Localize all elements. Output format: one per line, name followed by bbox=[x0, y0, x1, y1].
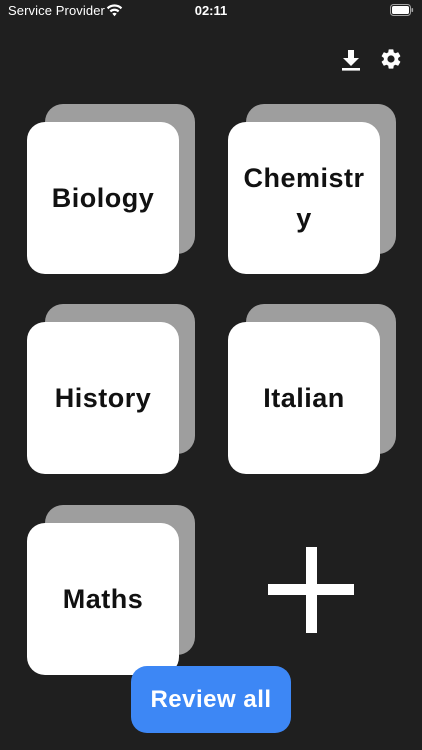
download-button[interactable] bbox=[340, 48, 362, 72]
download-icon bbox=[342, 50, 360, 71]
plus-icon bbox=[268, 547, 354, 633]
deck-card: Maths bbox=[27, 523, 179, 675]
battery-full-icon bbox=[390, 4, 414, 16]
deck-chemistry[interactable]: Chemistry bbox=[228, 104, 398, 274]
deck-card: Biology bbox=[27, 122, 179, 274]
deck-name: Italian bbox=[263, 383, 345, 413]
deck-name: History bbox=[54, 383, 152, 413]
gear-icon bbox=[381, 49, 401, 69]
deck-card: History bbox=[27, 322, 179, 474]
deck-name: Biology bbox=[51, 183, 155, 213]
deck-history[interactable]: History bbox=[27, 304, 197, 474]
status-bar: Service Provider 02:11 bbox=[0, 0, 422, 24]
settings-button[interactable] bbox=[379, 47, 403, 71]
deck-card: Italian bbox=[228, 322, 380, 474]
deck-maths[interactable]: Maths bbox=[27, 505, 197, 675]
deck-italian[interactable]: Italian bbox=[228, 304, 398, 474]
deck-name: Maths bbox=[62, 584, 144, 614]
deck-name: Chemistry bbox=[243, 163, 365, 233]
review-all-button[interactable]: Review all bbox=[131, 666, 291, 733]
deck-card: Chemistry bbox=[228, 122, 380, 274]
clock: 02:11 bbox=[194, 3, 228, 18]
deck-biology[interactable]: Biology bbox=[27, 104, 197, 274]
add-deck-button[interactable] bbox=[268, 547, 354, 633]
